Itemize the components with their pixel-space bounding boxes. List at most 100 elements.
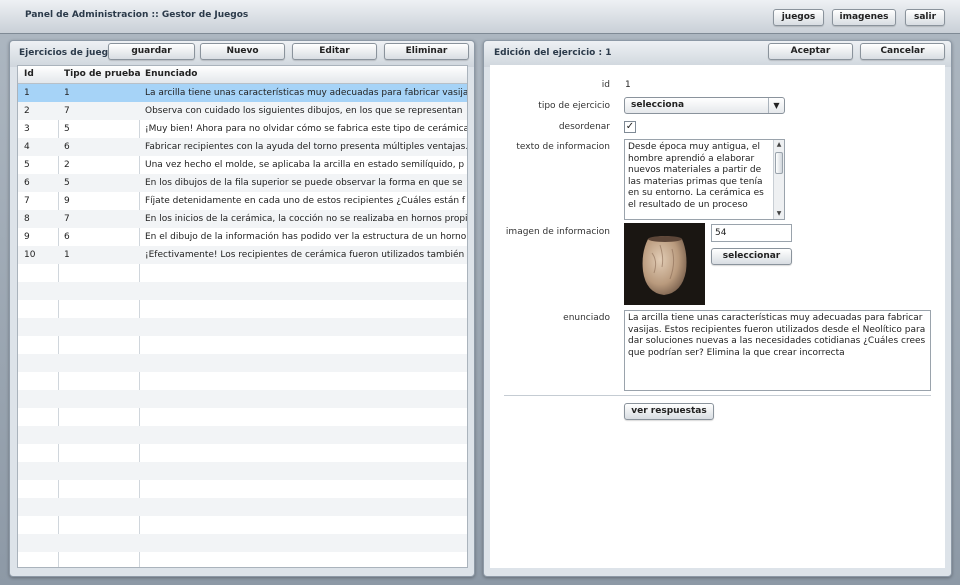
seleccionar-button[interactable]: seleccionar <box>711 248 792 265</box>
cell-id: 10 <box>24 250 36 260</box>
column-header-id[interactable]: Id <box>24 69 34 79</box>
table-row[interactable] <box>18 408 467 426</box>
salir-button[interactable]: salir <box>905 9 945 26</box>
cell-enunciado: ¡Efectivamente! Los recipientes de cerám… <box>145 250 467 260</box>
scroll-thumb[interactable] <box>775 152 783 174</box>
table-header: Id Tipo de prueba Enunciado <box>18 66 467 84</box>
cancelar-button[interactable]: Cancelar <box>860 43 945 60</box>
aceptar-button[interactable]: Aceptar <box>768 43 853 60</box>
imagen-id-input[interactable]: 54 <box>711 224 792 242</box>
cell-id: 6 <box>24 178 30 188</box>
table-row[interactable]: 6 5 En los dibujos de la fila superior se … <box>18 174 467 192</box>
exercise-form: id 1 tipo de ejercicio selecciona ▼ deso… <box>490 65 945 568</box>
table-row[interactable]: 4 6 Fabricar recipientes con la ayuda del … <box>18 138 467 156</box>
table-row[interactable]: 7 9 Fíjate detenidamente en cada uno de es… <box>18 192 467 210</box>
table-row[interactable] <box>18 390 467 408</box>
cell-tipo: 5 <box>64 178 70 188</box>
table-row[interactable] <box>18 534 467 552</box>
table-row[interactable] <box>18 336 467 354</box>
editar-button[interactable]: Editar <box>292 43 377 60</box>
table-row[interactable]: 2 7 Observa con cuidado los siguientes dib… <box>18 102 467 120</box>
cell-enunciado: La arcilla tiene unas características mu… <box>145 88 467 98</box>
cell-tipo: 6 <box>64 142 70 152</box>
table-row[interactable]: 10 1 ¡Efectivamente! Los recipientes de ce… <box>18 246 467 264</box>
cell-tipo: 1 <box>64 250 70 260</box>
imagenes-button[interactable]: imagenes <box>832 9 896 26</box>
ver-respuestas-button[interactable]: ver respuestas <box>624 403 714 420</box>
info-image <box>624 223 705 305</box>
nuevo-button[interactable]: Nuevo <box>200 43 285 60</box>
id-value: 1 <box>625 80 631 90</box>
column-header-tipo[interactable]: Tipo de prueba <box>64 69 141 79</box>
table-row[interactable]: 3 5 ¡Muy bien! Ahora para no olvidar cómo … <box>18 120 467 138</box>
cell-enunciado: Fíjate detenidamente en cada uno de esto… <box>145 196 466 206</box>
column-header-enunciado[interactable]: Enunciado <box>145 69 198 79</box>
cell-id: 9 <box>24 232 30 242</box>
chevron-down-icon[interactable]: ▼ <box>768 98 784 113</box>
form-divider <box>504 395 931 396</box>
table-row[interactable]: 1 1 La arcilla tiene unas características … <box>18 84 467 102</box>
texto-value: Desde época muy antigua, el hombre apren… <box>628 142 764 210</box>
cell-tipo: 5 <box>64 124 70 134</box>
desordenar-checkbox[interactable]: ✓ <box>624 121 636 133</box>
cell-id: 1 <box>24 88 30 98</box>
table-row[interactable] <box>18 354 467 372</box>
id-label: id <box>601 80 610 90</box>
cell-id: 4 <box>24 142 30 152</box>
guardar-button[interactable]: guardar <box>108 43 195 60</box>
juegos-button[interactable]: juegos <box>773 9 824 26</box>
eliminar-button[interactable]: Eliminar <box>384 43 469 60</box>
table-row[interactable] <box>18 300 467 318</box>
cell-enunciado: En el dibujo de la información has podid… <box>145 232 467 242</box>
table-row[interactable] <box>18 498 467 516</box>
cell-enunciado: En los dibujos de la fila superior se pu… <box>145 178 463 188</box>
scroll-up-icon[interactable]: ▲ <box>774 140 784 150</box>
cell-tipo: 7 <box>64 214 70 224</box>
cell-enunciado: ¡Muy bien! Ahora para no olvidar cómo se… <box>145 124 467 134</box>
table-row[interactable] <box>18 426 467 444</box>
enunciado-label: enunciado <box>563 313 610 323</box>
imagen-label: imagen de informacion <box>505 227 610 237</box>
scroll-down-icon[interactable]: ▼ <box>774 209 784 219</box>
tipo-label: tipo de ejercicio <box>538 101 610 111</box>
table-row[interactable] <box>18 318 467 336</box>
cell-enunciado: Observa con cuidado los siguientes dibuj… <box>145 106 463 116</box>
enunciado-textarea[interactable]: La arcilla tiene unas características mu… <box>624 310 931 391</box>
texto-scrollbar[interactable]: ▲ ▼ <box>773 140 784 219</box>
cell-id: 5 <box>24 160 30 170</box>
cell-tipo: 7 <box>64 106 70 116</box>
texto-textarea[interactable]: Desde época muy antigua, el hombre apren… <box>624 139 785 220</box>
cell-enunciado: Una vez hecho el molde, se aplicaba la a… <box>145 160 465 170</box>
tipo-select-value: selecciona <box>631 100 685 110</box>
cell-id: 3 <box>24 124 30 134</box>
table-row[interactable] <box>18 552 467 567</box>
checkmark-icon: ✓ <box>625 121 635 132</box>
table-row[interactable]: 9 6 En el dibujo de la información has pod… <box>18 228 467 246</box>
cell-tipo: 1 <box>64 88 70 98</box>
table-row[interactable]: 8 7 En los inicios de la cerámica, la cocc… <box>18 210 467 228</box>
cell-tipo: 9 <box>64 196 70 206</box>
table-row[interactable] <box>18 516 467 534</box>
cell-id: 7 <box>24 196 30 206</box>
cell-id: 2 <box>24 106 30 116</box>
exercise-table[interactable]: Id Tipo de prueba Enunciado 1 1 La arcilla… <box>17 65 468 568</box>
cell-enunciado: Fabricar recipientes con la ayuda del to… <box>145 142 467 152</box>
pottery-vessel-icon <box>624 223 705 305</box>
table-body: 1 1 La arcilla tiene unas características … <box>18 84 467 567</box>
exercise-edit-title: Edición del ejercicio : 1 <box>494 48 612 58</box>
table-row[interactable] <box>18 264 467 282</box>
texto-label: texto de informacion <box>516 142 610 152</box>
table-row[interactable] <box>18 444 467 462</box>
table-row[interactable] <box>18 372 467 390</box>
table-row[interactable] <box>18 462 467 480</box>
table-row[interactable] <box>18 282 467 300</box>
cell-tipo: 6 <box>64 232 70 242</box>
tipo-select[interactable]: selecciona ▼ <box>624 97 785 114</box>
enunciado-value: La arcilla tiene unas características mu… <box>628 313 926 358</box>
cell-enunciado: En los inicios de la cerámica, la cocció… <box>145 214 467 224</box>
cell-tipo: 2 <box>64 160 70 170</box>
table-row[interactable]: 5 2 Una vez hecho el molde, se aplicaba la… <box>18 156 467 174</box>
table-row[interactable] <box>18 480 467 498</box>
cell-id: 8 <box>24 214 30 224</box>
desordenar-label: desordenar <box>558 122 610 132</box>
